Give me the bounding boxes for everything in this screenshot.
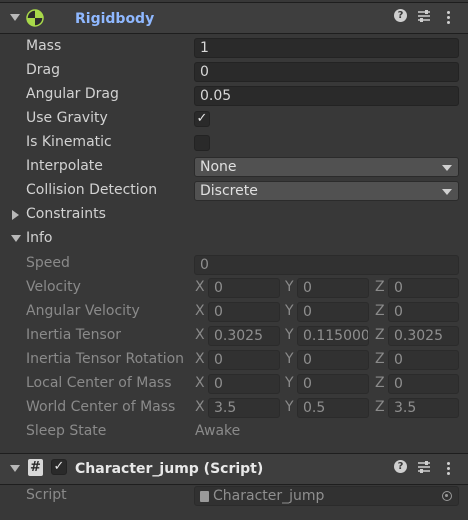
angular-drag-label: Angular Drag bbox=[26, 86, 119, 102]
local-center-of-mass-label: Local Center of Mass bbox=[26, 375, 172, 391]
axis-y-label: Y bbox=[285, 351, 294, 367]
collision-detection-label: Collision Detection bbox=[26, 182, 158, 198]
local-center-of-mass-x: 0 bbox=[208, 374, 280, 394]
axis-x-label: X bbox=[195, 279, 205, 295]
axis-y-label: Y bbox=[285, 327, 294, 343]
inertia-tensor-rotation-y: 0 bbox=[297, 350, 369, 370]
axis-y-label: Y bbox=[285, 399, 294, 415]
inertia-tensor-rotation-x: 0 bbox=[208, 350, 280, 370]
local-center-of-mass-y: 0 bbox=[297, 374, 369, 394]
inertia-tensor-z: 0.3025 bbox=[388, 326, 459, 346]
kebab-menu-icon[interactable] bbox=[447, 11, 450, 14]
inertia-tensor-x: 0.3025 bbox=[208, 326, 280, 346]
sleep-state-value: Awake bbox=[195, 423, 241, 439]
axis-x-label: X bbox=[195, 399, 205, 415]
script-file-icon: # bbox=[28, 459, 43, 476]
fold-down-icon[interactable] bbox=[11, 235, 21, 242]
sleep-state-label: Sleep State bbox=[26, 423, 107, 439]
interpolate-dropdown[interactable]: None bbox=[194, 157, 459, 177]
interpolate-value: None bbox=[200, 159, 237, 175]
velocity-z: 0 bbox=[388, 278, 459, 298]
use-gravity-label: Use Gravity bbox=[26, 110, 108, 126]
axis-x-label: X bbox=[195, 375, 205, 391]
world-center-of-mass-z: 3.5 bbox=[388, 398, 459, 418]
fold-right-icon[interactable] bbox=[12, 210, 19, 220]
world-center-of-mass-y: 0.5 bbox=[297, 398, 369, 418]
inertia-tensor-y: 0.115000 bbox=[297, 326, 369, 346]
constraints-foldout[interactable]: Constraints bbox=[26, 206, 106, 222]
axis-y-label: Y bbox=[285, 375, 294, 391]
angular-velocity-label: Angular Velocity bbox=[26, 303, 140, 319]
dropdown-arrow-icon bbox=[442, 165, 452, 171]
world-center-of-mass-label: World Center of Mass bbox=[26, 399, 176, 415]
axis-x-label: X bbox=[195, 351, 205, 367]
script-component-header[interactable]: # ✓ Character_jump (Script) ? bbox=[0, 453, 468, 485]
angular-velocity-x: 0 bbox=[208, 302, 280, 322]
inertia-tensor-label: Inertia Tensor bbox=[26, 327, 122, 343]
angular-drag-field[interactable]: 0.05 bbox=[194, 86, 459, 106]
script-object-value: Character_jump bbox=[213, 488, 325, 504]
inertia-tensor-rotation-label: Inertia Tensor Rotation bbox=[26, 351, 185, 367]
mass-label: Mass bbox=[26, 38, 62, 54]
velocity-label: Velocity bbox=[26, 279, 81, 295]
dropdown-arrow-icon bbox=[442, 189, 452, 195]
info-foldout[interactable]: Info bbox=[26, 230, 53, 246]
help-icon[interactable]: ? bbox=[394, 460, 407, 473]
drag-label: Drag bbox=[26, 62, 61, 78]
axis-z-label: Z bbox=[375, 279, 385, 295]
presets-icon[interactable] bbox=[417, 460, 431, 474]
use-gravity-checkbox[interactable]: ✓ bbox=[194, 111, 210, 127]
velocity-x: 0 bbox=[208, 278, 280, 298]
script-asset-icon bbox=[200, 491, 209, 502]
is-kinematic-checkbox[interactable] bbox=[194, 135, 210, 151]
inertia-tensor-rotation-z: 0 bbox=[388, 350, 459, 370]
speed-label: Speed bbox=[26, 255, 70, 271]
help-icon[interactable]: ? bbox=[394, 9, 407, 22]
rigidbody-title: Rigidbody bbox=[75, 11, 155, 27]
collision-detection-dropdown[interactable]: Discrete bbox=[194, 181, 459, 201]
axis-z-label: Z bbox=[375, 375, 385, 391]
rigidbody-icon bbox=[26, 9, 44, 27]
axis-z-label: Z bbox=[375, 327, 385, 343]
axis-y-label: Y bbox=[285, 303, 294, 319]
local-center-of-mass-z: 0 bbox=[388, 374, 459, 394]
drag-field[interactable]: 0 bbox=[194, 62, 459, 82]
script-component-title: Character_jump (Script) bbox=[75, 461, 264, 477]
velocity-y: 0 bbox=[297, 278, 369, 298]
axis-y-label: Y bbox=[285, 279, 294, 295]
angular-velocity-z: 0 bbox=[388, 302, 459, 322]
fold-down-icon[interactable] bbox=[10, 465, 20, 472]
axis-x-label: X bbox=[195, 303, 205, 319]
axis-x-label: X bbox=[195, 327, 205, 343]
object-picker-icon[interactable] bbox=[442, 491, 452, 501]
speed-field: 0 bbox=[194, 255, 459, 275]
presets-icon[interactable] bbox=[417, 9, 431, 23]
axis-z-label: Z bbox=[375, 399, 385, 415]
rigidbody-header[interactable]: Rigidbody ? bbox=[0, 2, 468, 34]
axis-z-label: Z bbox=[375, 351, 385, 367]
interpolate-label: Interpolate bbox=[26, 158, 103, 174]
world-center-of-mass-x: 3.5 bbox=[208, 398, 280, 418]
script-enabled-checkbox[interactable]: ✓ bbox=[51, 459, 67, 475]
axis-z-label: Z bbox=[375, 303, 385, 319]
angular-velocity-y: 0 bbox=[297, 302, 369, 322]
kebab-menu-icon[interactable] bbox=[447, 462, 450, 465]
is-kinematic-label: Is Kinematic bbox=[26, 134, 112, 150]
fold-down-icon[interactable] bbox=[10, 14, 20, 21]
collision-detection-value: Discrete bbox=[200, 183, 258, 199]
script-label: Script bbox=[26, 487, 67, 503]
mass-field[interactable]: 1 bbox=[194, 38, 459, 58]
script-object-field: Character_jump bbox=[194, 486, 459, 506]
